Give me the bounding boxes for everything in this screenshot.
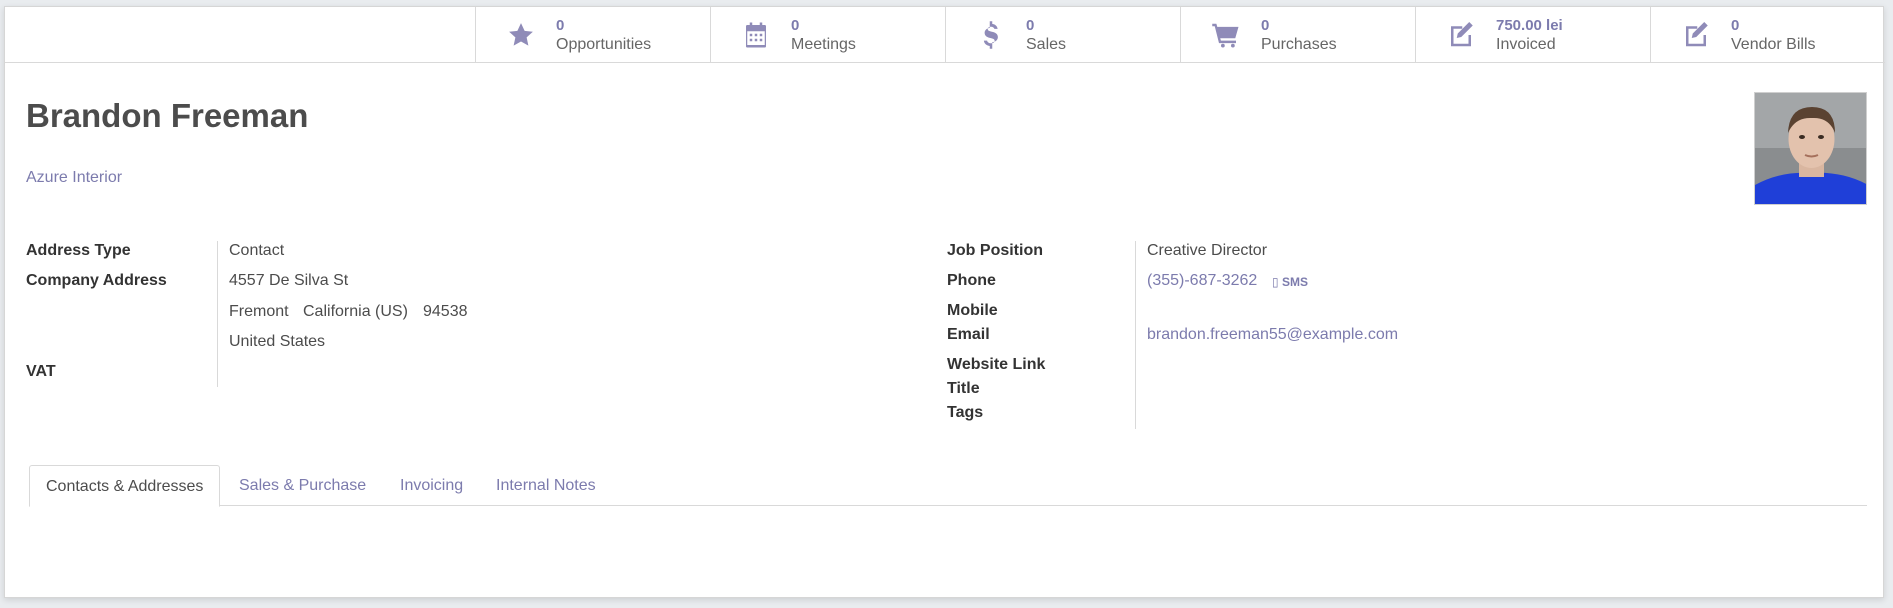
job-position-label: Job Position (947, 242, 1043, 259)
job-position-field[interactable]: Creative Director (1147, 242, 1267, 260)
notebook-tabs: Contacts & Addresses Sales & Purchase In… (29, 465, 1867, 507)
tab-internal-notes[interactable]: Internal Notes (496, 465, 596, 507)
tags-label: Tags (947, 404, 984, 421)
edit-icon (1446, 20, 1476, 50)
address-type-field[interactable]: Contact (229, 242, 284, 260)
dollar-icon (976, 20, 1006, 50)
email-link[interactable]: brandon.freeman55@example.com (1147, 326, 1398, 344)
divider (1135, 241, 1136, 429)
mobile-phone-icon: ▯ (1272, 275, 1279, 289)
opportunities-button[interactable]: 0 Opportunities (475, 7, 710, 63)
person-photo-icon (1755, 93, 1866, 204)
parent-company-link[interactable]: Azure Interior (26, 169, 122, 187)
tab-invoicing[interactable]: Invoicing (400, 465, 463, 507)
sms-button[interactable]: ▯ SMS (1272, 275, 1308, 289)
tab-sales-purchase[interactable]: Sales & Purchase (239, 465, 366, 507)
meetings-count: 0 (791, 17, 800, 34)
vendor-bills-button[interactable]: 0 Vendor Bills (1650, 7, 1885, 63)
divider (5, 62, 475, 63)
sales-count: 0 (1026, 17, 1035, 34)
meetings-label: Meetings (791, 36, 856, 53)
mobile-label: Mobile (947, 302, 998, 319)
tab-contacts-addresses[interactable]: Contacts & Addresses (29, 465, 221, 507)
purchases-count: 0 (1261, 17, 1270, 34)
country-field[interactable]: United States (229, 333, 325, 351)
invoiced-button[interactable]: 750.00 lei Invoiced (1415, 7, 1650, 63)
purchases-label: Purchases (1261, 36, 1337, 53)
address-type-label: Address Type (26, 242, 131, 259)
invoiced-label: Invoiced (1496, 36, 1556, 53)
website-label: Website Link (947, 356, 1046, 373)
sales-label: Sales (1026, 36, 1067, 53)
phone-label: Phone (947, 272, 996, 289)
zip-field[interactable]: 94538 (423, 303, 468, 321)
company-address-label: Company Address (26, 272, 167, 289)
invoiced-amount: 750.00 lei (1496, 17, 1563, 34)
title-label: Title (947, 380, 980, 397)
form-sheet: 0 Opportunities 0 Meetings 0 Sales 0 Pur… (4, 6, 1885, 598)
phone-link[interactable]: (355)-687-3262 (1147, 272, 1257, 290)
state-field[interactable]: California (US) (303, 303, 408, 321)
sales-button[interactable]: 0 Sales (945, 7, 1180, 63)
star-icon (506, 20, 536, 50)
edit-icon (1681, 20, 1711, 50)
divider (217, 241, 218, 387)
vat-label: VAT (26, 363, 56, 380)
meetings-button[interactable]: 0 Meetings (710, 7, 945, 63)
purchases-button[interactable]: 0 Purchases (1180, 7, 1415, 63)
sms-label: SMS (1281, 275, 1308, 289)
vendor-bills-count: 0 (1731, 17, 1740, 34)
street-field[interactable]: 4557 De Silva St (229, 272, 348, 290)
city-field[interactable]: Fremont (229, 303, 289, 321)
cart-icon (1211, 20, 1241, 50)
email-label: Email (947, 326, 990, 343)
partner-name[interactable]: Brandon Freeman (26, 97, 308, 135)
opportunities-count: 0 (556, 17, 565, 34)
smart-button-box: 0 Opportunities 0 Meetings 0 Sales 0 Pur… (475, 7, 1885, 63)
opportunities-label: Opportunities (556, 36, 652, 53)
avatar[interactable] (1754, 92, 1867, 205)
vendor-bills-label: Vendor Bills (1731, 36, 1816, 53)
calendar-icon (741, 20, 771, 50)
